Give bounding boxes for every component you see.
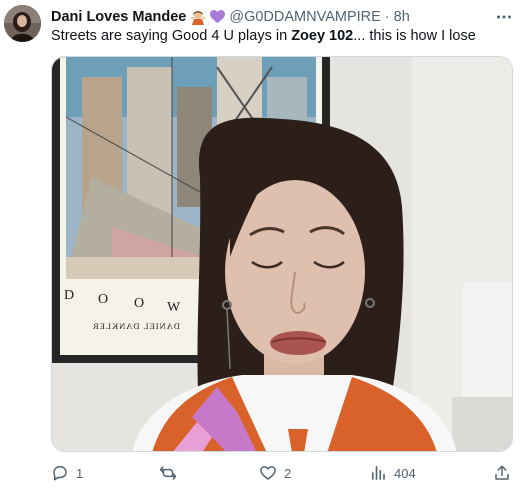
tweet-media-video[interactable]: D O O W DANIEL DANKLER — [51, 56, 513, 452]
author-handle[interactable]: @G0DDAMNVAMPIRE — [229, 9, 380, 25]
tweet-text-bold: Zoey 102 — [291, 28, 354, 44]
tweet[interactable]: Dani Loves Mandee @G0DDAMNVAMPIRE · 8h S… — [0, 0, 529, 494]
poster-letter-2: O — [98, 292, 108, 307]
share-button[interactable] — [493, 462, 511, 484]
like-button[interactable]: 2 — [259, 462, 291, 484]
avatar[interactable] — [4, 5, 41, 42]
poster-letter-3: O — [134, 296, 144, 311]
poster-letter-4: W — [167, 300, 181, 315]
woman-gesturing-icon — [190, 9, 206, 25]
retweet-button[interactable] — [159, 462, 184, 484]
avatar-image — [4, 5, 41, 42]
reply-icon — [53, 465, 67, 481]
share-icon — [495, 465, 509, 480]
separator-dot: · — [384, 9, 390, 25]
purple-heart-icon — [210, 10, 226, 24]
poster-letter-1: D — [64, 288, 74, 303]
like-count: 2 — [284, 465, 292, 481]
tweet-text-part-end: ... this is how I lose — [353, 28, 476, 44]
retweet-icon — [159, 466, 177, 480]
tweet-header: Dani Loves Mandee @G0DDAMNVAMPIRE · 8h — [51, 7, 499, 27]
views-count: 404 — [394, 465, 416, 481]
tweet-text: Streets are saying Good 4 U plays in Zoe… — [51, 28, 476, 44]
reply-count: 1 — [76, 465, 84, 481]
poster-caption: DANIEL DANKLER — [92, 321, 180, 331]
tweet-actions: 1 2 404 — [51, 462, 513, 484]
views-bar-chart-icon — [371, 466, 385, 480]
reply-button[interactable]: 1 — [51, 462, 83, 484]
views-button[interactable]: 404 — [369, 462, 416, 484]
author-name[interactable]: Dani Loves Mandee — [51, 9, 186, 25]
video-frame: D O O W DANIEL DANKLER — [52, 57, 512, 451]
more-options-icon[interactable] — [495, 8, 513, 26]
tweet-text-part: Streets are saying Good 4 U plays in — [51, 28, 292, 44]
heart-icon — [260, 466, 276, 480]
tweet-time[interactable]: 8h — [394, 9, 410, 25]
